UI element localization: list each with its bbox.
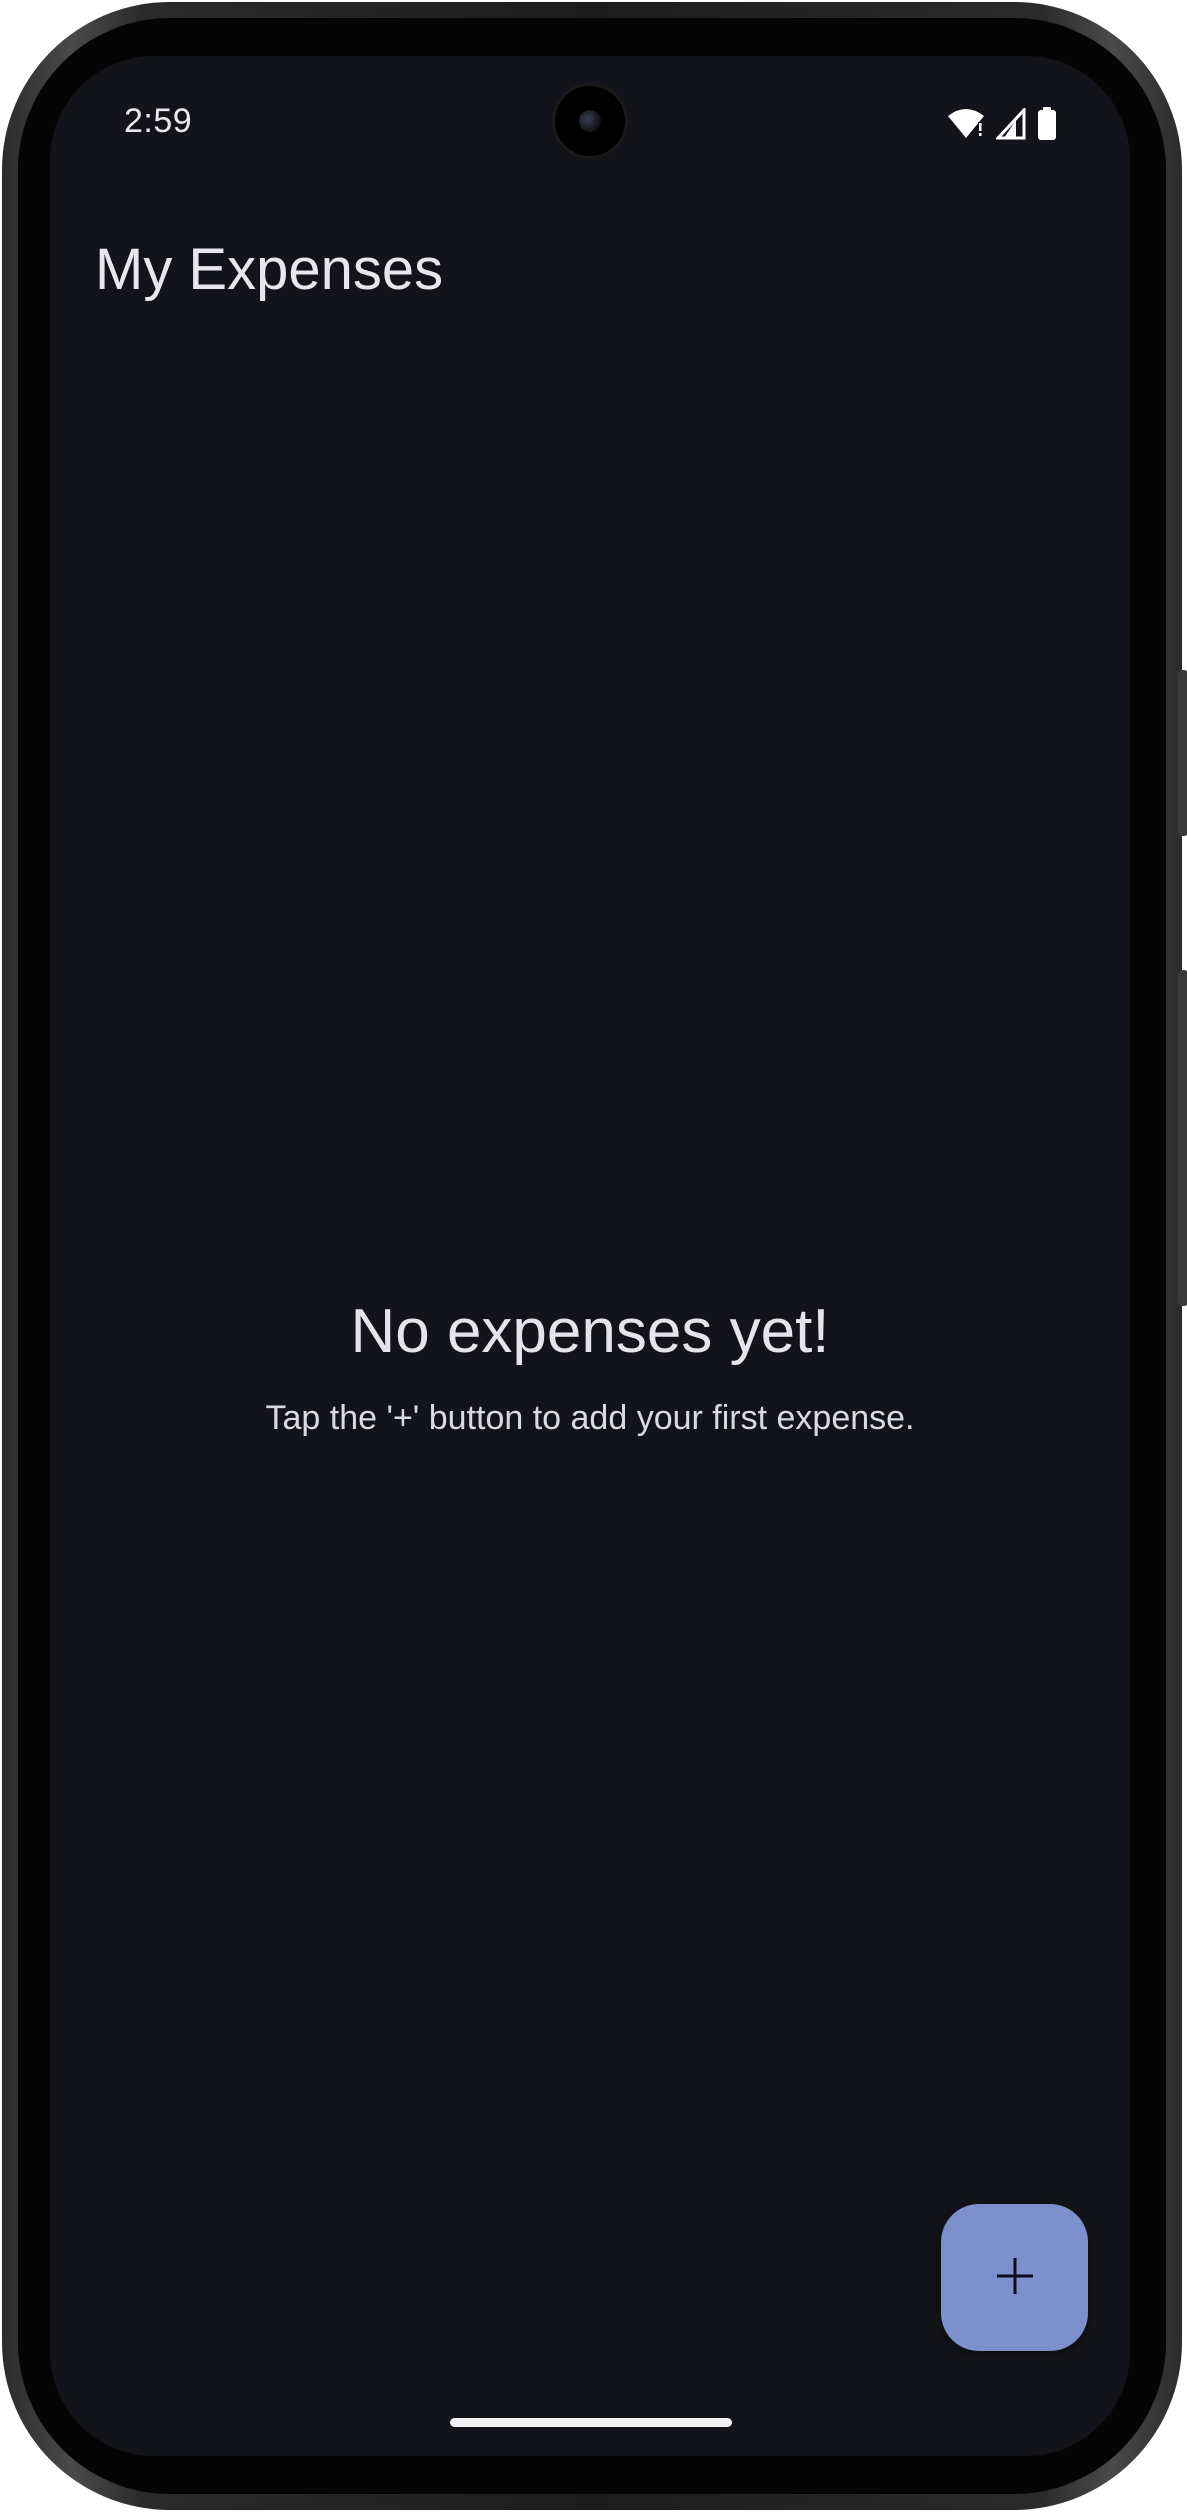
screen: 2:59 My Expenses No expenses yet! Tap th… bbox=[50, 56, 1130, 2456]
gesture-nav-handle[interactable] bbox=[450, 2418, 732, 2427]
wifi-alert-icon bbox=[946, 108, 986, 140]
front-camera bbox=[555, 86, 625, 156]
battery-icon bbox=[1036, 107, 1058, 141]
cell-signal-icon bbox=[996, 108, 1026, 140]
empty-state: No expenses yet! Tap the '+' button to a… bbox=[50, 1296, 1130, 1438]
empty-state-title: No expenses yet! bbox=[350, 1297, 830, 1366]
app-title: My Expenses bbox=[95, 237, 444, 302]
status-bar: 2:59 bbox=[50, 56, 1130, 186]
plus-icon bbox=[995, 2256, 1035, 2299]
empty-state-subtitle: Tap the '+' button to add your first exp… bbox=[265, 1399, 915, 1437]
volume-button bbox=[1178, 970, 1187, 1306]
device-frame: 2:59 My Expenses No expenses yet! Tap th… bbox=[2, 2, 1187, 2510]
power-button bbox=[1178, 670, 1187, 836]
status-icons bbox=[946, 106, 1058, 142]
add-expense-button[interactable] bbox=[941, 2204, 1088, 2351]
status-time: 2:59 bbox=[124, 102, 193, 140]
